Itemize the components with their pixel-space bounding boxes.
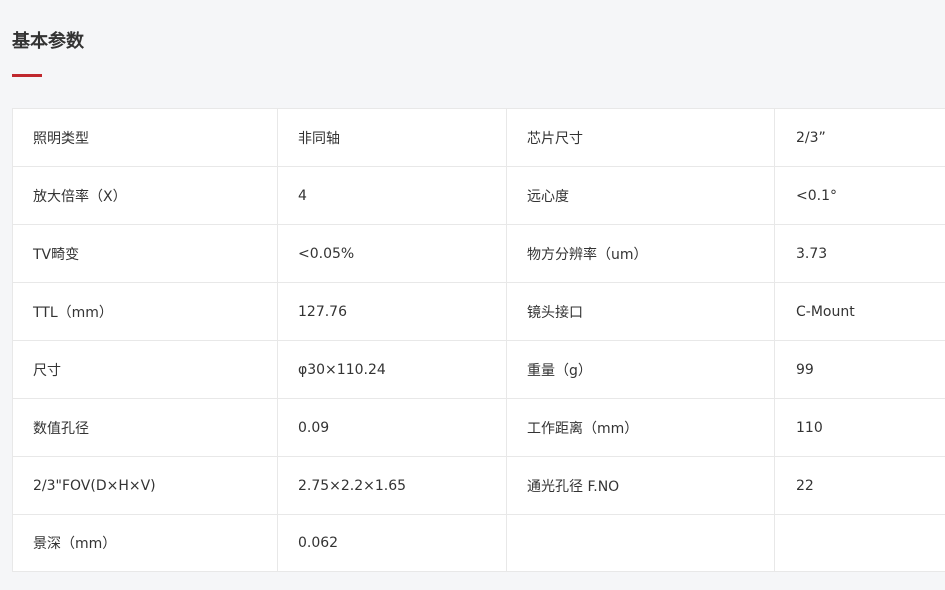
spec-label [506,514,775,572]
spec-label: 重量（g） [506,340,775,399]
spec-value: 0.09 [277,398,507,457]
table-row: 2/3"FOV(D×H×V) 2.75×2.2×1.65 通光孔径 F.NO 2… [12,456,945,515]
spec-value: 110 [774,398,945,457]
spec-label: 芯片尺寸 [506,108,775,167]
title-underline [12,74,42,77]
spec-page: 基本参数 照明类型 非同轴 芯片尺寸 2/3” 放大倍率（X） 4 远心度 <0… [0,0,945,590]
spec-value: 2.75×2.2×1.65 [277,456,507,515]
spec-value: φ30×110.24 [277,340,507,399]
spec-label: 物方分辨率（um） [506,224,775,283]
spec-value: 非同轴 [277,108,507,167]
spec-label: 镜头接口 [506,282,775,341]
spec-value: 0.062 [277,514,507,572]
spec-value: <0.1° [774,166,945,225]
spec-label: 远心度 [506,166,775,225]
spec-label: TV畸变 [12,224,278,283]
spec-value: 2/3” [774,108,945,167]
spec-label: 数值孔径 [12,398,278,457]
spec-label: 2/3"FOV(D×H×V) [12,456,278,515]
table-row: TV畸变 <0.05% 物方分辨率（um） 3.73 [12,224,945,283]
spec-label: 照明类型 [12,108,278,167]
spec-value: 3.73 [774,224,945,283]
table-row: 数值孔径 0.09 工作距离（mm） 110 [12,398,945,457]
spec-label: 通光孔径 F.NO [506,456,775,515]
spec-value [774,514,945,572]
table-row: 景深（mm） 0.062 [12,514,945,572]
spec-value: 4 [277,166,507,225]
spec-label: 工作距离（mm） [506,398,775,457]
table-row: 尺寸 φ30×110.24 重量（g） 99 [12,340,945,399]
spec-value: <0.05% [277,224,507,283]
spec-value: 99 [774,340,945,399]
spec-label: TTL（mm） [12,282,278,341]
spec-table: 照明类型 非同轴 芯片尺寸 2/3” 放大倍率（X） 4 远心度 <0.1° T… [12,108,945,572]
spec-value: C-Mount [774,282,945,341]
spec-label: 景深（mm） [12,514,278,572]
table-row: 放大倍率（X） 4 远心度 <0.1° [12,166,945,225]
table-row: 照明类型 非同轴 芯片尺寸 2/3” [12,108,945,167]
section-title: 基本参数 [12,31,84,52]
spec-label: 放大倍率（X） [12,166,278,225]
spec-value: 22 [774,456,945,515]
spec-label: 尺寸 [12,340,278,399]
spec-value: 127.76 [277,282,507,341]
table-row: TTL（mm） 127.76 镜头接口 C-Mount [12,282,945,341]
